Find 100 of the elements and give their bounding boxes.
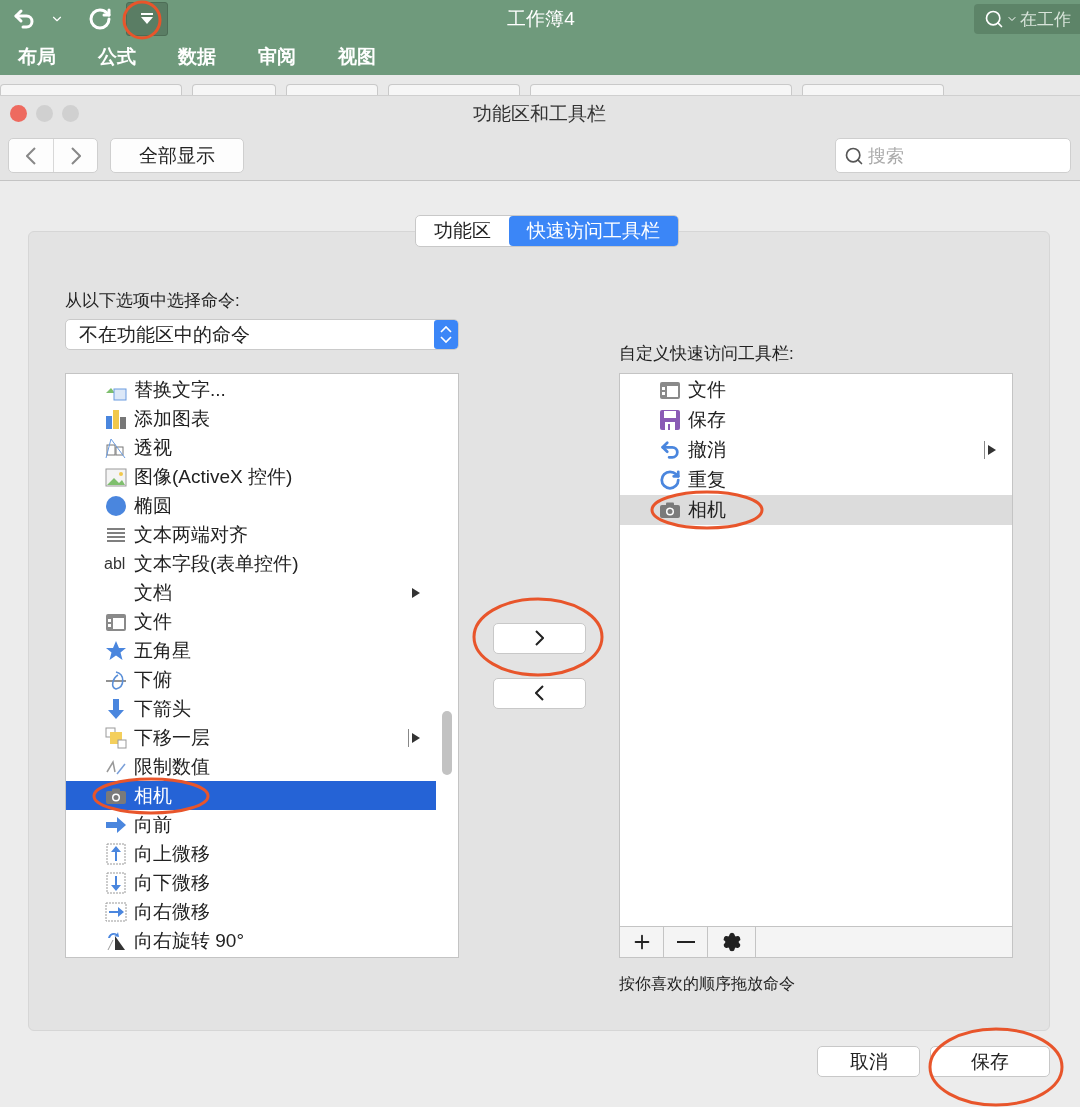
text-field-icon: abl — [104, 554, 128, 573]
command-label: 向前 — [134, 812, 172, 837]
close-button[interactable] — [10, 105, 27, 122]
ribbon-control[interactable] — [192, 84, 276, 95]
submenu-arrow-icon[interactable] — [412, 731, 420, 744]
command-label: 限制数值 — [134, 754, 210, 779]
caret-icon — [140, 13, 154, 25]
command-item[interactable]: 替换文字... — [66, 375, 436, 404]
ribbon-control[interactable] — [802, 84, 944, 95]
camera-icon — [106, 788, 126, 804]
dialog-title: 功能区和工具栏 — [472, 101, 606, 126]
command-label: 五角星 — [134, 638, 191, 663]
camera-icon — [660, 502, 680, 518]
command-label: 向上微移 — [134, 841, 210, 866]
scrollbar-thumb[interactable] — [442, 711, 452, 775]
command-source-popup[interactable]: 不在功能区中的命令 — [65, 319, 459, 350]
command-item[interactable]: 添加图表 — [66, 404, 436, 433]
command-item[interactable]: 文件 — [620, 375, 1012, 405]
command-label: 相机 — [688, 498, 726, 522]
list-label: 从以下选项中选择命令: — [65, 290, 241, 311]
file-icon — [660, 382, 680, 399]
redo-icon[interactable] — [88, 7, 112, 31]
ribbon-control[interactable] — [388, 84, 520, 95]
lines-icon — [106, 527, 126, 542]
nudge-up-icon — [106, 843, 126, 864]
chevron-right-icon — [534, 630, 544, 646]
command-label: 文本两端对齐 — [134, 522, 248, 547]
image-icon — [105, 468, 127, 486]
segment-tab[interactable]: 功能区 — [416, 216, 509, 246]
hint-text: 按你喜欢的顺序拖放命令 — [619, 974, 796, 994]
undo-icon — [659, 439, 681, 461]
chevron-right-icon — [70, 146, 81, 165]
ribbon-control[interactable] — [0, 84, 182, 95]
command-label: 添加图表 — [134, 406, 210, 431]
command-item[interactable]: 五角星 — [66, 636, 436, 665]
chevron-left-icon — [26, 146, 36, 165]
command-item[interactable]: 文本两端对齐 — [66, 520, 436, 549]
minus-icon — [676, 941, 695, 943]
command-item[interactable]: 下移一层 — [66, 723, 436, 752]
file-icon — [106, 613, 126, 631]
bar-chart-icon — [106, 409, 126, 429]
list-label: 自定义快速访问工具栏: — [619, 343, 795, 365]
nudge-down-icon — [106, 872, 126, 893]
command-item[interactable]: 保存 — [620, 405, 1012, 435]
command-label: 向右微移 — [134, 899, 210, 924]
command-item[interactable]: 向右微移 — [66, 897, 436, 926]
command-item[interactable]: 相机 — [66, 781, 436, 810]
command-label: 文件 — [688, 378, 726, 402]
command-item[interactable]: 下箭头 — [66, 694, 436, 723]
rotate-icon — [107, 931, 125, 950]
command-item[interactable]: 重复 — [620, 465, 1012, 495]
command-item[interactable]: 下俯 — [66, 665, 436, 694]
undo-icon[interactable] — [12, 7, 36, 31]
show-all-button[interactable]: 全部显示 — [110, 138, 244, 173]
chevron-left-icon — [534, 685, 544, 701]
command-label: 文档 — [134, 580, 172, 605]
gear-icon — [721, 932, 742, 952]
limit-icon — [106, 759, 126, 775]
circle-icon — [106, 495, 126, 516]
command-item[interactable]: 限制数值 — [66, 752, 436, 781]
highlight-ring — [122, 0, 162, 40]
save-button[interactable]: 保存 — [930, 1046, 1050, 1077]
command-item[interactable]: abl 文本字段(表单控件) — [66, 549, 436, 578]
command-item[interactable]: 向上微移 — [66, 839, 436, 868]
submenu-arrow-icon[interactable] — [988, 444, 996, 456]
command-label: 撤消 — [688, 438, 726, 462]
stepper-arrows-icon — [434, 320, 458, 349]
command-label: 下箭头 — [134, 696, 191, 721]
command-item[interactable]: 向下微移 — [66, 868, 436, 897]
command-label: 文件 — [134, 609, 172, 634]
command-label: 重复 — [688, 468, 726, 492]
command-item[interactable]: 相机 — [620, 495, 1012, 525]
command-label: 向右旋转 90° — [134, 928, 244, 953]
command-label: 透视 — [134, 435, 172, 460]
command-item[interactable]: 透视 — [66, 433, 436, 462]
segment-tab[interactable]: 快速访问工具栏 — [509, 216, 678, 246]
nudge-right-icon — [105, 902, 127, 921]
right-arrow-icon — [106, 816, 126, 833]
command-label: 下移一层 — [134, 725, 210, 750]
star-icon — [106, 640, 126, 660]
redo-icon — [659, 469, 681, 491]
command-label: 椭圆 — [134, 493, 172, 518]
command-item[interactable]: 向右旋转 90° — [66, 926, 436, 955]
command-item[interactable]: 向前 — [66, 810, 436, 839]
picture-text-icon — [106, 387, 127, 400]
command-item[interactable]: 文档 — [66, 578, 436, 607]
layers-icon — [105, 727, 127, 748]
ribbon-control[interactable] — [286, 84, 378, 95]
command-item[interactable]: 椭圆 — [66, 491, 436, 520]
command-label: 替换文字... — [134, 377, 226, 402]
command-item[interactable]: 文件 — [66, 607, 436, 636]
command-label: 保存 — [688, 408, 726, 432]
command-label: 相机 — [134, 783, 172, 808]
submenu-arrow-icon[interactable] — [412, 586, 420, 599]
cancel-button[interactable]: 取消 — [817, 1046, 920, 1077]
command-item[interactable]: 图像(ActiveX 控件) — [66, 462, 436, 491]
search-icon — [984, 9, 1004, 29]
command-item[interactable]: 撤消 — [620, 435, 1012, 465]
ribbon-control[interactable] — [530, 84, 792, 95]
command-label: 下俯 — [134, 667, 172, 692]
